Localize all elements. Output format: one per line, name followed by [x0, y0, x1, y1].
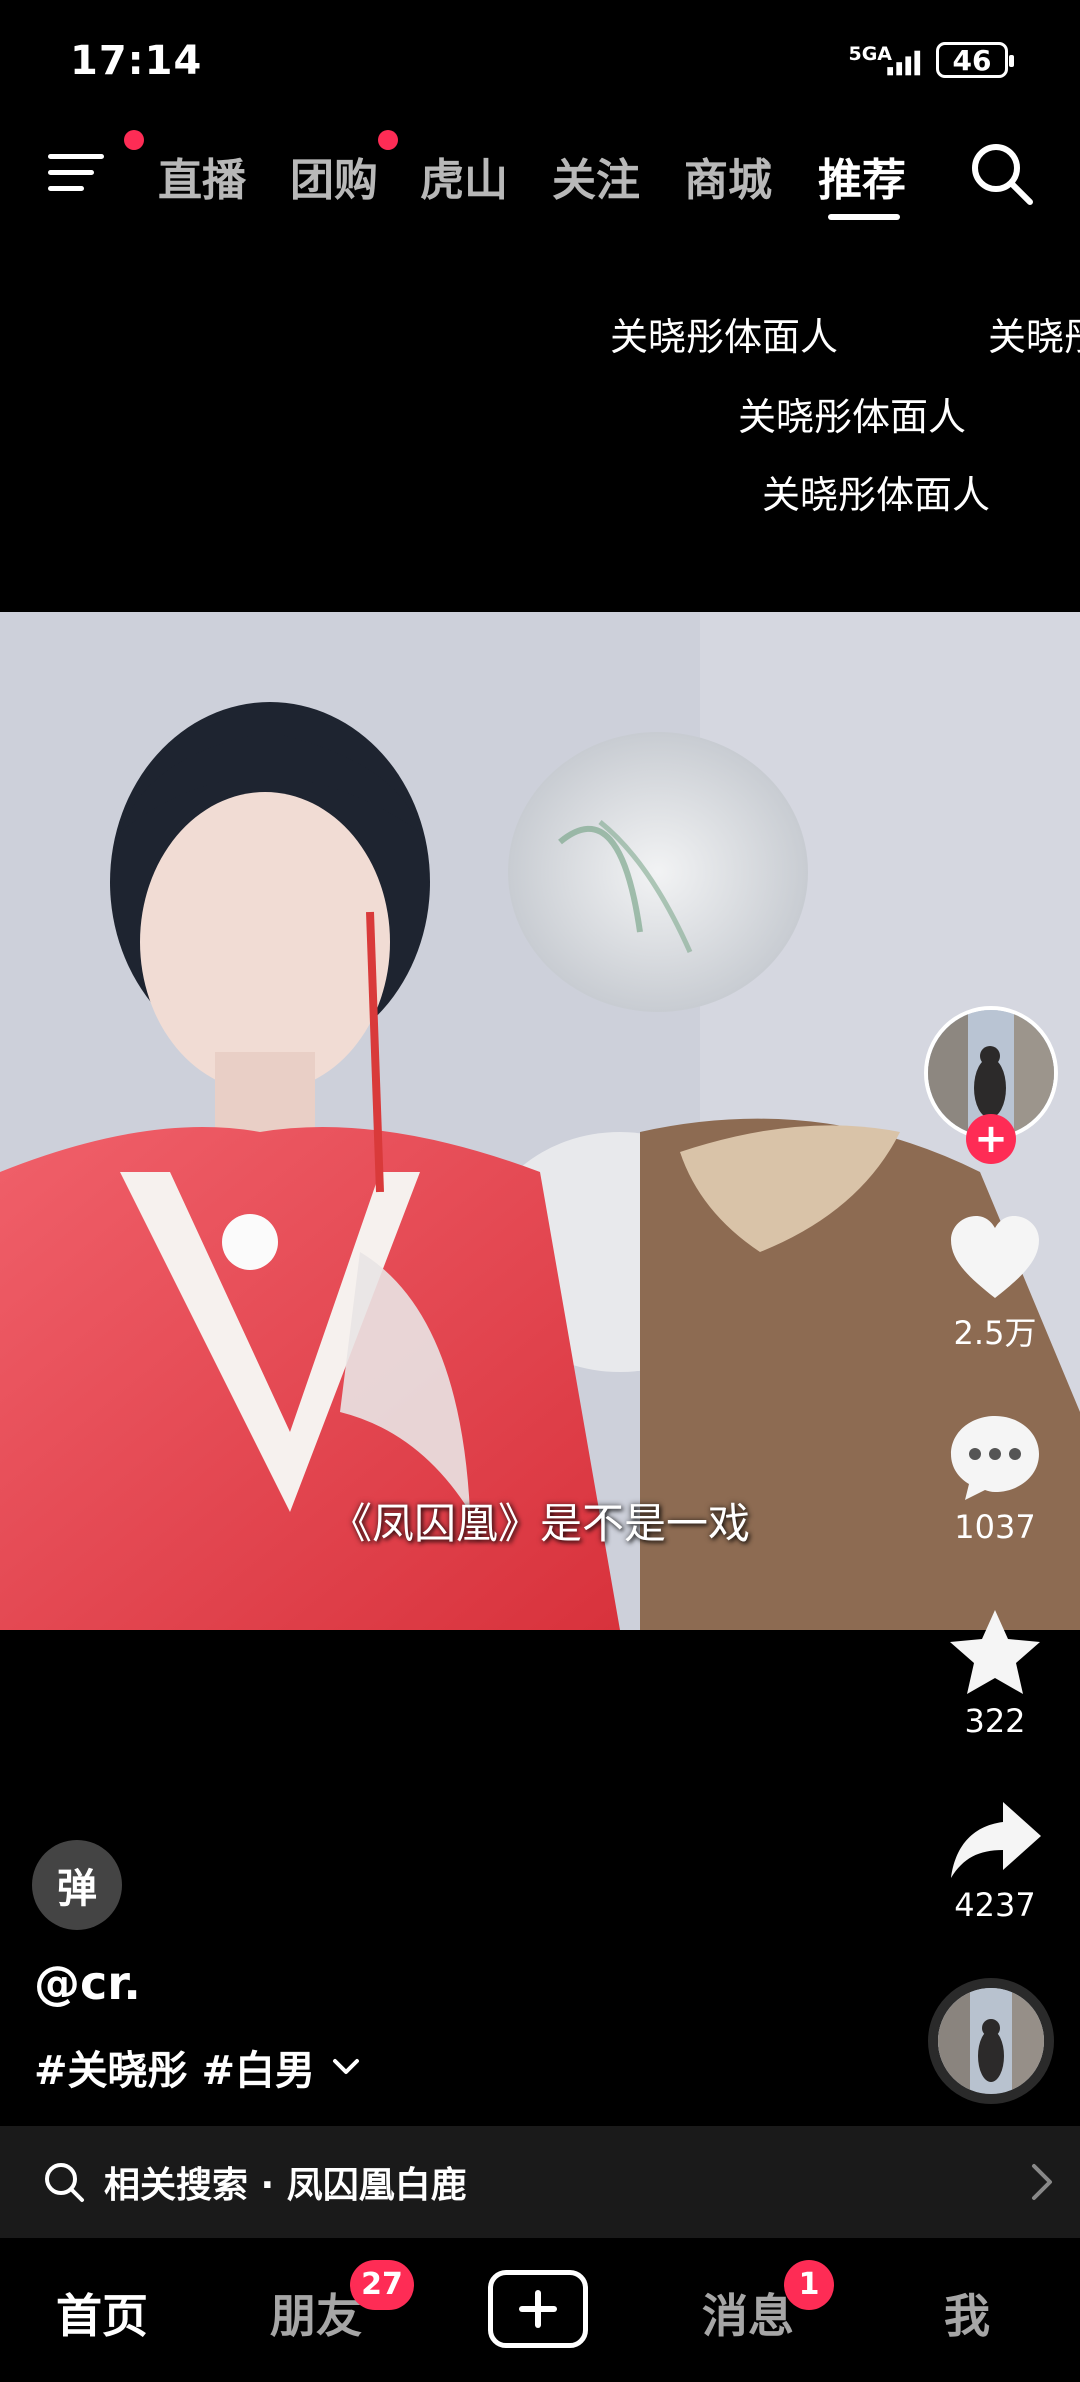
share-button[interactable]: 4237 — [930, 1800, 1060, 1924]
share-icon — [951, 1802, 1041, 1878]
bottom-nav: 首页 朋友 27 消息 1 我 — [0, 2238, 1080, 2382]
chevron-right-icon — [1032, 2164, 1052, 2200]
tab-live[interactable]: 直播 — [158, 144, 246, 208]
related-search-label: 相关搜索 · 凤囚凰白鹿 — [104, 2165, 467, 2206]
like-button[interactable]: 2.5万 — [930, 1214, 1060, 1354]
favorite-count: 322 — [964, 1702, 1026, 1740]
signal-icon — [887, 50, 921, 76]
star-icon — [950, 1610, 1040, 1694]
group-buy-notification-dot — [378, 130, 398, 150]
favorite-button[interactable]: 322 — [930, 1608, 1060, 1740]
comment-button[interactable]: 1037 — [930, 1412, 1060, 1546]
danmaku-toggle-button[interactable]: 弹 — [32, 1840, 122, 1930]
video-scene — [0, 612, 1080, 1630]
music-disc[interactable] — [928, 1978, 1054, 2104]
menu-notification-dot — [124, 130, 144, 150]
like-count: 2.5万 — [953, 1314, 1037, 1352]
active-tab-indicator — [828, 214, 900, 220]
hashtag-text[interactable]: #关晓彤 #白男 — [34, 2038, 315, 2096]
danmaku-comment: 关晓彤体面人 — [762, 473, 991, 517]
nav-messages[interactable]: 消息 — [702, 2280, 794, 2346]
comment-icon — [951, 1416, 1039, 1500]
friends-badge: 27 — [350, 2260, 414, 2310]
plus-icon: + — [974, 1116, 1008, 1162]
tab-following[interactable]: 关注 — [552, 144, 640, 208]
tab-group-buy[interactable]: 团购 — [290, 144, 378, 208]
comment-count: 1037 — [954, 1508, 1036, 1546]
battery-icon: 46 — [936, 42, 1014, 78]
danmaku-comment: 关晓彤体面人 — [738, 395, 967, 439]
nav-me[interactable]: 我 — [944, 2280, 990, 2346]
tab-hushan[interactable]: 虎山 — [420, 144, 508, 208]
search-icon — [45, 2163, 84, 2202]
nav-friends[interactable]: 朋友 — [270, 2280, 362, 2346]
author-username[interactable]: @cr. — [34, 1956, 141, 2010]
share-count: 4237 — [954, 1886, 1036, 1924]
post-hashtags[interactable]: #关晓彤 #白男 — [34, 2038, 361, 2096]
chevron-down-icon[interactable] — [331, 2057, 361, 2077]
search-icon[interactable] — [966, 138, 1036, 208]
tab-mall[interactable]: 商城 — [684, 144, 772, 208]
video-frame[interactable]: 《凤囚凰》是不是一戏 — [0, 612, 1080, 1630]
menu-icon[interactable] — [48, 148, 108, 196]
video-subtitle: 《凤囚凰》是不是一戏 — [329, 1499, 750, 1548]
status-bar: 17:14 5GA 46 — [0, 0, 1080, 120]
heart-icon — [951, 1216, 1039, 1298]
related-search-bar[interactable]: 相关搜索 · 凤囚凰白鹿 — [0, 2126, 1080, 2238]
top-nav: 直播 团购 虎山 关注 商城 推荐 — [0, 120, 1080, 230]
tab-recommend[interactable]: 推荐 — [818, 144, 906, 208]
follow-button[interactable]: + — [966, 1114, 1016, 1164]
nav-home[interactable]: 首页 — [56, 2280, 148, 2346]
status-time: 17:14 — [70, 38, 203, 84]
music-cover-image — [938, 1988, 1044, 2094]
plus-icon — [519, 2290, 557, 2328]
messages-badge: 1 — [784, 2260, 834, 2310]
danmaku-comment: 关晓彤体面人 — [610, 315, 839, 359]
danmaku-comment: 关晓彤 — [988, 315, 1080, 359]
create-button[interactable] — [488, 2270, 588, 2348]
